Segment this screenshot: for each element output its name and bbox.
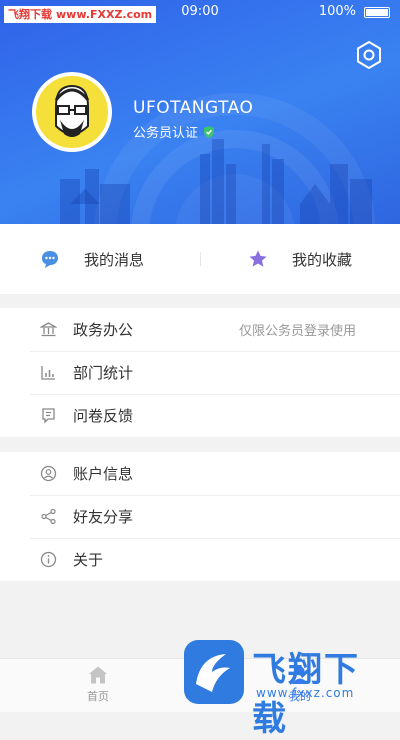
menu-group-work: 政务办公 仅限公务员登录使用 部门统计 问卷反馈 (0, 308, 400, 437)
info-icon (40, 551, 57, 568)
menu-label: 关于 (73, 551, 104, 569)
menu-note: 仅限公务员登录使用 (238, 324, 356, 339)
divider (200, 252, 201, 266)
watermark: 飞翔下载 www.FXXZ.com (4, 6, 157, 23)
menu-item-account-info[interactable]: 账户信息 (0, 452, 400, 495)
message-icon (42, 251, 58, 268)
verified-shield-icon (204, 125, 215, 138)
bar-chart-icon (41, 366, 55, 380)
menu-label: 政务办公 (73, 321, 134, 339)
battery-icon (364, 7, 390, 18)
quick-actions: 我的消息 我的收藏 (0, 224, 400, 294)
status-battery: 100% (318, 4, 356, 19)
verification-status: 公务员认证 (133, 122, 216, 141)
menu-label: 账户信息 (73, 465, 134, 483)
watermark-name: 飞翔下载 (8, 8, 52, 21)
verification-label: 公务员认证 (133, 126, 199, 141)
menu-group-account: 账户信息 好友分享 关于 (0, 452, 400, 581)
menu-item-questionnaire[interactable]: 问卷反馈 (0, 394, 400, 437)
my-messages-button[interactable]: 我的消息 (40, 224, 144, 294)
user-icon (40, 465, 57, 482)
menu-label: 好友分享 (73, 508, 134, 526)
avatar-illustration-icon (36, 76, 108, 148)
avatar[interactable] (32, 72, 112, 152)
logo-icon (184, 640, 244, 704)
home-icon (89, 666, 107, 684)
menu-item-about[interactable]: 关于 (0, 538, 400, 581)
username: UFOTANGTAO (133, 98, 254, 118)
logo-url: www.fxxz.com (256, 686, 355, 700)
my-favorites-label: 我的收藏 (292, 250, 353, 269)
menu-item-government-office[interactable]: 政务办公 仅限公务员登录使用 (0, 308, 400, 351)
watermark-url: www.FXXZ.com (56, 8, 153, 21)
my-messages-label: 我的消息 (84, 250, 145, 269)
government-building-icon (40, 322, 57, 337)
menu-label: 问卷反馈 (73, 407, 134, 425)
share-icon (41, 508, 56, 525)
settings-gear-icon[interactable] (354, 40, 384, 70)
menu-item-department-stats[interactable]: 部门统计 (0, 351, 400, 394)
tab-home-label: 首页 (87, 690, 109, 703)
menu-item-share-friends[interactable]: 好友分享 (0, 495, 400, 538)
profile-header: 09:00 100% 飞翔下载 www.FXXZ.com UFOTANGTAO 公… (0, 0, 400, 224)
tab-home[interactable]: 首页 (58, 663, 138, 704)
star-icon (249, 250, 267, 267)
menu-label: 部门统计 (73, 364, 134, 382)
my-favorites-button[interactable]: 我的收藏 (248, 224, 352, 294)
site-logo-overlay: 飞翔下载 www.fxxz.com (180, 636, 392, 739)
questionnaire-icon (42, 408, 55, 424)
